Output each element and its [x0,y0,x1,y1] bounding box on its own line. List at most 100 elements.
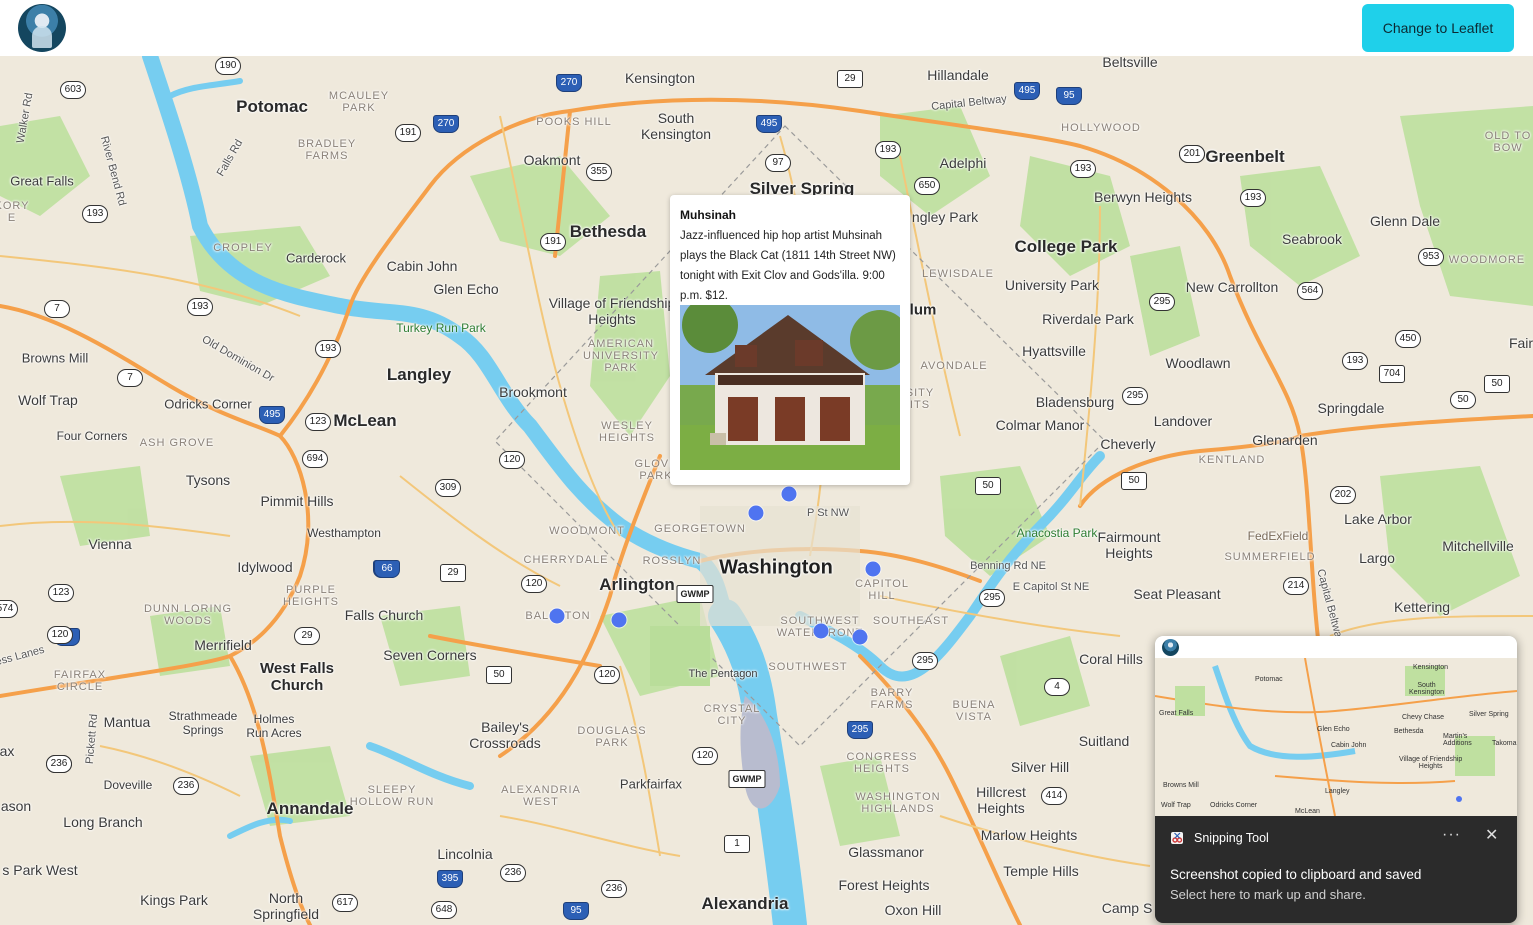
place-label: Arlington [599,575,675,594]
event-marker[interactable] [781,486,797,502]
road-shield: 564 [1297,282,1323,300]
place-label: Hillcrest Heights [976,784,1026,816]
road-shield: 395 [437,870,463,888]
place-label: Long Branch [63,814,143,830]
preview-avatar [1162,639,1179,656]
place-label: Oakmont [523,152,581,168]
district-label: WESLEY HEIGHTS [599,420,655,444]
road-shield: 97 [765,154,791,172]
road-shield: 236 [173,777,199,795]
road-shield: 7 [117,369,143,387]
event-marker[interactable] [813,623,829,639]
district-label: LEWISDALE [922,268,994,280]
road-shield: 50 [975,477,1001,495]
preview-label: Silver Spring [1469,711,1509,718]
event-marker[interactable] [865,561,881,577]
district-label: GEORGETOWN [654,523,746,535]
event-marker[interactable] [852,629,868,645]
event-marker[interactable] [611,612,627,628]
place-label: Browns Mill [21,350,89,366]
road-shield: 650 [914,177,940,195]
road-shield: 120 [47,626,73,644]
road-shield: 201 [1179,145,1205,163]
place-label: Vienna [88,536,132,552]
place-label: Kings Park [140,892,208,908]
preview-header-bar [1155,636,1517,658]
road-shield: GWMP [728,770,766,788]
change-to-leaflet-button[interactable]: Change to Leaflet [1362,4,1514,52]
road-shield: 648 [431,901,457,919]
event-marker[interactable] [748,505,764,521]
road-shield: 193 [1240,189,1266,207]
place-label: College Park [1014,237,1118,256]
place-label: Annandale [266,799,354,818]
popup-photo [680,305,900,470]
place-label: Parkfairfax [619,776,683,792]
preview-label: Odricks Corner [1210,802,1258,809]
road-label: E Capitol St NE [1012,581,1090,593]
road-shield: 309 [435,479,461,497]
place-label: Berwyn Heights [1093,189,1193,205]
place-label: Falls Church [344,607,424,623]
road-shield: 29 [294,627,320,645]
park-label: FedExField [1247,529,1309,543]
place-label: lum [909,301,937,319]
road-shield: 191 [540,233,566,251]
district-label: BARRY FARMS [870,687,914,711]
place-label: Glenarden [1252,432,1318,448]
place-label: New Carrollton [1185,279,1279,295]
place-label: Kettering [1393,599,1451,615]
road-shield: 295 [912,652,938,670]
event-popup[interactable]: Muhsinah Jazz-influenced hip hop artist … [670,195,910,485]
place-label: Largo [1359,550,1395,566]
road-shield: 295 [1149,293,1175,311]
place-label: Landover [1153,413,1213,429]
user-avatar[interactable] [18,4,66,52]
district-label: CAPITOL HILL [855,578,909,602]
more-options-button[interactable]: ··· [1442,826,1461,844]
preview-label: Langley [1325,788,1350,795]
place-label: Mitchellville [1442,538,1514,554]
place-label: Glen Echo [433,281,499,297]
road-shield: 1 [724,835,750,853]
close-icon[interactable]: ✕ [1485,825,1498,845]
road-shield: 355 [586,163,612,181]
road-shield: 495 [259,406,285,424]
road-shield: 29 [440,564,466,582]
road-shield: 193 [1342,352,1368,370]
road-shield: 193 [1070,160,1096,178]
place-label: Lake Arbor [1344,511,1412,527]
place-label: Village of Friendship Heights [548,295,676,327]
place-label: Four Corners [56,429,128,443]
place-label: Greenbelt [1205,147,1285,166]
place-label: Glenn Dale [1369,213,1441,229]
road-label: Benning Rd NE [970,560,1046,572]
road-shield: 120 [692,747,718,765]
place-label: Great Falls [10,173,74,189]
place-label: ason [0,798,32,814]
place-label: Camp S [1101,900,1153,916]
snipping-tool-notification[interactable]: Potomac Kensington South Kensington Silv… [1155,636,1517,923]
preview-label: Chevy Chase [1402,714,1445,721]
district-label: AVONDALE [920,360,988,372]
road-shield: 7 [44,300,70,318]
place-label: Forest Heights [838,877,930,893]
road-shield: 414 [1041,787,1067,805]
place-label: ngley Park [911,209,979,225]
place-label: Woodlawn [1165,355,1231,371]
road-shield: 193 [315,340,341,358]
screenshot-preview[interactable]: Potomac Kensington South Kensington Silv… [1155,636,1517,816]
district-label: CROPLEY [213,242,273,254]
place-label: West Falls Church [260,660,334,694]
preview-label: Bethesda [1394,728,1424,735]
road-shield: 270 [433,115,459,133]
preview-label: Cabin John [1331,742,1367,749]
preview-label: Glen Echo [1317,726,1350,733]
place-label: Marlow Heights [980,827,1078,843]
toast-message: Screenshot copied to clipboard and saved [1170,867,1422,882]
district-label: SOUTHWEST [768,661,848,673]
road-shield: 214 [1283,577,1309,595]
event-marker[interactable] [549,608,565,624]
place-label: The Pentagon [688,668,758,680]
district-label: CRYSTAL CITY [703,703,761,727]
